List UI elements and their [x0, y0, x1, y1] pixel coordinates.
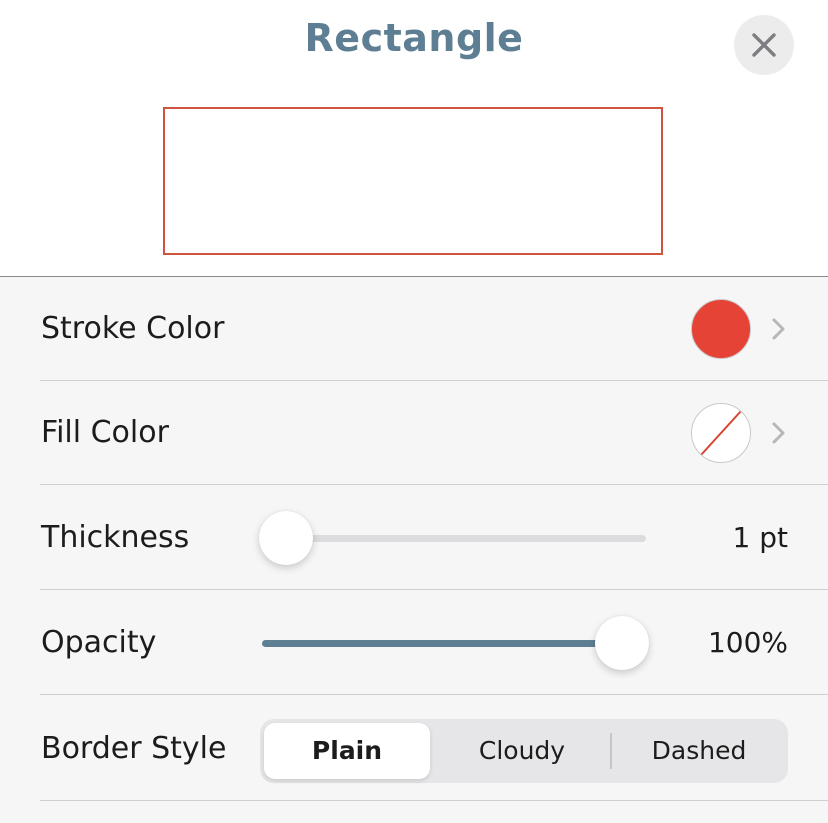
opacity-slider-track[interactable]: [262, 640, 646, 647]
shape-preview: [163, 107, 663, 255]
row-divider: [40, 694, 828, 695]
close-icon: [752, 33, 776, 57]
thickness-slider-thumb[interactable]: [259, 511, 313, 565]
opacity-value: 100%: [707, 626, 788, 659]
stroke-color-row[interactable]: Stroke Color: [0, 277, 828, 381]
segment-dashed[interactable]: Dashed: [614, 723, 784, 779]
row-divider: [40, 484, 828, 485]
stroke-color-swatch[interactable]: [691, 299, 751, 359]
fill-color-row[interactable]: Fill Color: [0, 381, 828, 485]
fill-color-label: Fill Color: [41, 415, 169, 450]
sheet-header: Rectangle: [0, 0, 828, 277]
no-color-icon: [699, 409, 742, 456]
opacity-label: Opacity: [41, 625, 157, 660]
sheet-title: Rectangle: [304, 16, 524, 60]
close-button[interactable]: [734, 15, 794, 75]
border-style-segmented-control: Plain Cloudy Dashed: [260, 719, 788, 783]
row-divider: [40, 800, 828, 801]
border-style-label: Border Style: [41, 731, 227, 766]
thickness-value: 1 pt: [732, 521, 788, 554]
chevron-right-icon: [772, 422, 785, 444]
thickness-slider-track[interactable]: [262, 535, 646, 542]
annotation-style-sheet: Rectangle Stroke Color Fill Color Thickn…: [0, 0, 828, 823]
segment-cloudy[interactable]: Cloudy: [436, 723, 608, 779]
row-divider: [40, 589, 828, 590]
fill-color-swatch[interactable]: [691, 403, 751, 463]
segment-plain[interactable]: Plain: [264, 723, 430, 779]
segment-separator: [610, 733, 612, 769]
chevron-right-icon: [772, 318, 785, 340]
thickness-row: Thickness 1 pt: [0, 486, 828, 590]
border-style-row: Border Style Plain Cloudy Dashed: [0, 697, 828, 801]
stroke-color-label: Stroke Color: [41, 311, 225, 346]
opacity-row: Opacity 100%: [0, 591, 828, 695]
thickness-label: Thickness: [41, 520, 190, 555]
opacity-slider-fill: [262, 640, 622, 647]
opacity-slider-thumb[interactable]: [595, 616, 649, 670]
